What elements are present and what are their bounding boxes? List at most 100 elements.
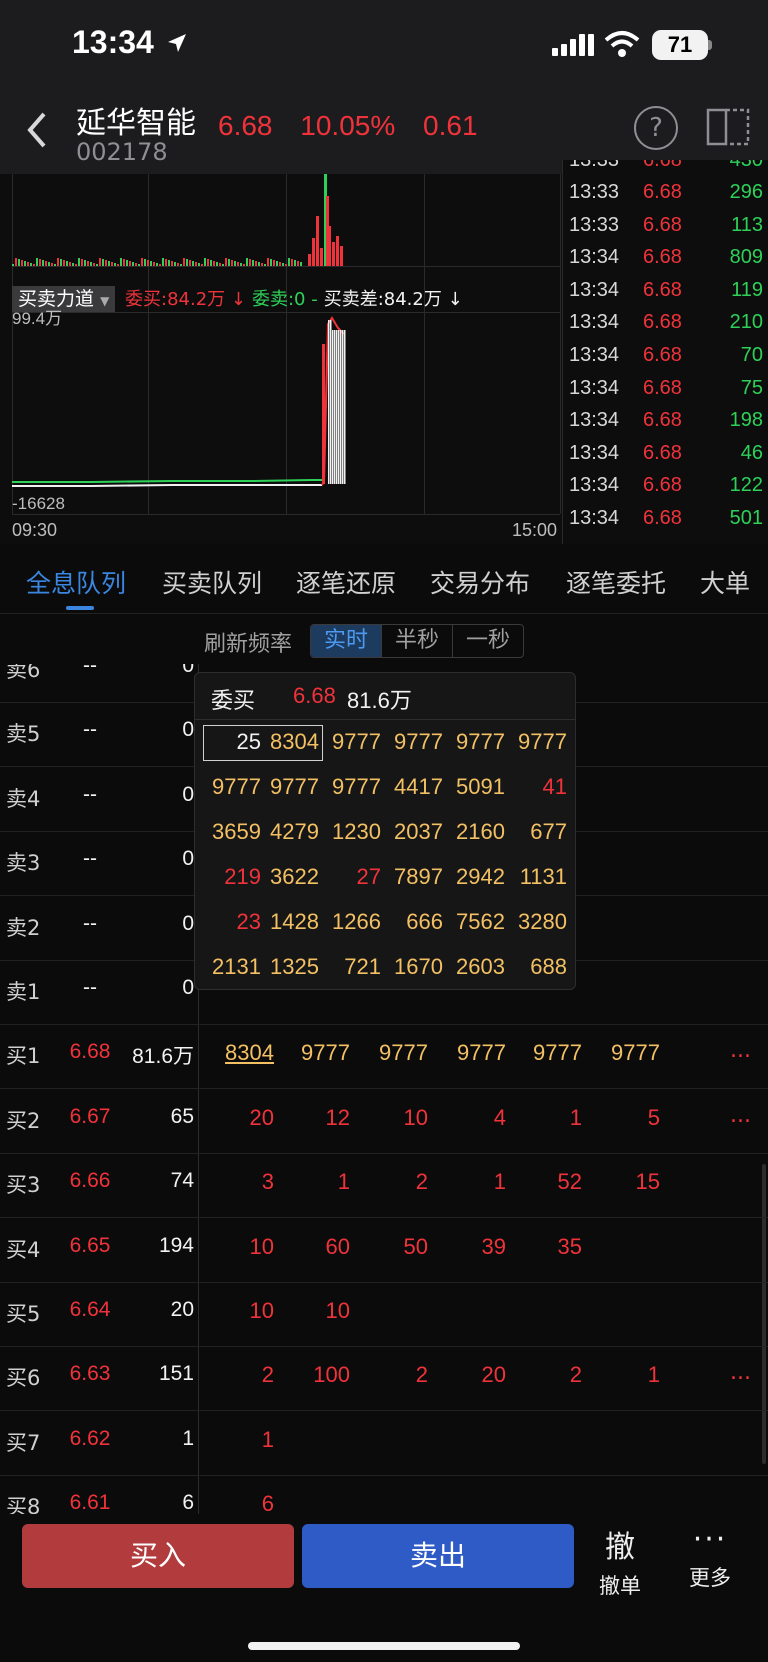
order-size[interactable]: 2 [358, 1362, 428, 1388]
queue-order-size[interactable]: 1670 [385, 954, 443, 980]
help-icon[interactable]: ? [634, 106, 678, 150]
order-size[interactable]: 39 [436, 1234, 506, 1260]
order-size[interactable]: 20 [204, 1105, 274, 1131]
queue-order-size[interactable]: 1428 [261, 909, 319, 935]
order-size[interactable]: 50 [358, 1234, 428, 1260]
order-size[interactable]: 8304 [204, 1040, 274, 1066]
more-orders-indicator[interactable]: ... [730, 1103, 751, 1128]
queue-order-size[interactable]: 27 [323, 864, 381, 890]
buy-button[interactable]: 买入 [22, 1524, 294, 1588]
queue-order-size[interactable]: 219 [203, 864, 261, 890]
queue-order-size[interactable]: 9777 [509, 729, 567, 755]
queue-order-size[interactable]: 5091 [447, 774, 505, 800]
cancel-order-button[interactable]: 撤 撤单 [592, 1522, 648, 1600]
level-volume: 0 [182, 664, 194, 677]
queue-order-size[interactable]: 721 [323, 954, 381, 980]
queue-order-size[interactable]: 9777 [203, 774, 261, 800]
refresh-half-second-option[interactable]: 半秒 [382, 625, 453, 657]
queue-order-size[interactable]: 2131 [203, 954, 261, 980]
queue-order-size[interactable]: 25 [203, 729, 261, 755]
bid-level-row[interactable]: 买1 6.68 81.6万 8304 9777 9777 9777 9777 9777... [0, 1024, 768, 1090]
order-size[interactable]: 5 [590, 1105, 660, 1131]
queue-order-size[interactable]: 1266 [323, 909, 381, 935]
more-orders-indicator[interactable]: ... [730, 1360, 751, 1385]
order-size[interactable]: 1 [436, 1169, 506, 1195]
queue-order-size[interactable]: 1131 [509, 864, 567, 890]
queue-order-size[interactable]: 9777 [323, 729, 381, 755]
refresh-realtime-option[interactable]: 实时 [311, 625, 382, 657]
queue-order-size[interactable]: 9777 [447, 729, 505, 755]
queue-order-size[interactable]: 4417 [385, 774, 443, 800]
queue-order-size[interactable]: 1325 [261, 954, 319, 980]
queue-order-size[interactable]: 8304 [261, 729, 319, 755]
intraday-chart[interactable]: 买卖力道 ▼ 委买:84.2万 ↓ 委卖:0 - 买卖差:84.2万 ↓ 99.4万… [0, 174, 562, 544]
order-size[interactable]: 6 [204, 1491, 274, 1514]
queue-order-size[interactable]: 677 [509, 819, 567, 845]
order-size[interactable]: 10 [280, 1298, 350, 1324]
bid-level-row[interactable]: 买2 6.67 65 20 12 10 4 1 5... [0, 1089, 768, 1154]
split-layout-icon[interactable] [706, 106, 750, 148]
tab-bid-ask-queue[interactable]: 买卖队列 [162, 564, 262, 600]
tick-list[interactable]: 13:33 6.68 430 13:33 6.68 296 13:33 6.68 113 13:… [562, 160, 768, 544]
queue-order-size[interactable]: 3280 [509, 909, 567, 935]
order-size[interactable]: 15 [590, 1169, 660, 1195]
order-size[interactable]: 1 [280, 1169, 350, 1195]
order-size[interactable]: 35 [512, 1234, 582, 1260]
order-size[interactable]: 3 [204, 1169, 274, 1195]
queue-order-size[interactable]: 7897 [385, 864, 443, 890]
queue-order-size[interactable]: 23 [203, 909, 261, 935]
tab-trade-distribution[interactable]: 交易分布 [430, 564, 530, 600]
queue-order-size[interactable]: 3659 [203, 819, 261, 845]
tab-tick-restore[interactable]: 逐笔还原 [296, 564, 396, 600]
order-size[interactable]: 100 [280, 1362, 350, 1388]
order-size[interactable]: 20 [436, 1362, 506, 1388]
queue-order-size[interactable]: 688 [509, 954, 567, 980]
order-size[interactable]: 10 [204, 1234, 274, 1260]
order-size[interactable]: 9777 [512, 1040, 582, 1066]
bid-level-row[interactable]: 买8 6.61 6 6 [0, 1475, 768, 1514]
queue-order-size[interactable]: 41 [509, 774, 567, 800]
order-size[interactable]: 10 [358, 1105, 428, 1131]
back-chevron-icon[interactable] [22, 108, 52, 152]
order-size[interactable]: 52 [512, 1169, 582, 1195]
tab-tick-orders[interactable]: 逐笔委托 [566, 564, 666, 600]
order-size[interactable]: 60 [280, 1234, 350, 1260]
more-button[interactable]: ··· 更多 [680, 1522, 740, 1592]
order-size[interactable]: 2 [512, 1362, 582, 1388]
tab-large-orders[interactable]: 大单 [700, 564, 750, 600]
refresh-one-second-option[interactable]: 一秒 [453, 625, 523, 657]
queue-order-size[interactable]: 9777 [385, 729, 443, 755]
queue-order-size[interactable]: 666 [385, 909, 443, 935]
queue-order-size[interactable]: 7562 [447, 909, 505, 935]
more-orders-indicator[interactable]: ... [730, 1038, 751, 1063]
order-size[interactable]: 1 [590, 1362, 660, 1388]
bid-level-row[interactable]: 买5 6.64 20 10 10 [0, 1282, 768, 1347]
order-size[interactable]: 4 [436, 1105, 506, 1131]
bid-level-row[interactable]: 买6 6.63 151 2 100 2 20 2 1... [0, 1346, 768, 1412]
order-size[interactable]: 12 [280, 1105, 350, 1131]
order-size[interactable]: 2 [204, 1362, 274, 1388]
order-size[interactable]: 9777 [358, 1040, 428, 1066]
sell-button[interactable]: 卖出 [302, 1524, 574, 1588]
queue-order-size[interactable]: 9777 [261, 774, 319, 800]
order-size[interactable]: 2 [358, 1169, 428, 1195]
order-size[interactable]: 9777 [280, 1040, 350, 1066]
queue-order-size[interactable]: 2942 [447, 864, 505, 890]
queue-order-size[interactable]: 2160 [447, 819, 505, 845]
bid-level-row[interactable]: 买3 6.66 74 3 1 2 1 52 15 [0, 1153, 768, 1219]
bid-level-row[interactable]: 买4 6.65 194 10 60 50 39 35 [0, 1218, 768, 1283]
bid-level-row[interactable]: 买7 6.62 1 1 [0, 1411, 768, 1476]
queue-order-size[interactable]: 9777 [323, 774, 381, 800]
queue-order-size[interactable]: 2037 [385, 819, 443, 845]
tab-full-queue[interactable]: 全息队列 [26, 564, 126, 600]
queue-order-size[interactable]: 4279 [261, 819, 319, 845]
order-size[interactable]: 10 [204, 1298, 274, 1324]
order-size[interactable]: 9777 [436, 1040, 506, 1066]
order-size[interactable]: 9777 [590, 1040, 660, 1066]
queue-order-size[interactable]: 3622 [261, 864, 319, 890]
queue-order-size[interactable]: 1230 [323, 819, 381, 845]
bid-queue-popup[interactable]: 委买 6.68 81.6万 25 8304 9777 9777 9777 9777 9777… [194, 672, 576, 990]
queue-order-size[interactable]: 2603 [447, 954, 505, 980]
order-size[interactable]: 1 [204, 1427, 274, 1453]
order-size[interactable]: 1 [512, 1105, 582, 1131]
